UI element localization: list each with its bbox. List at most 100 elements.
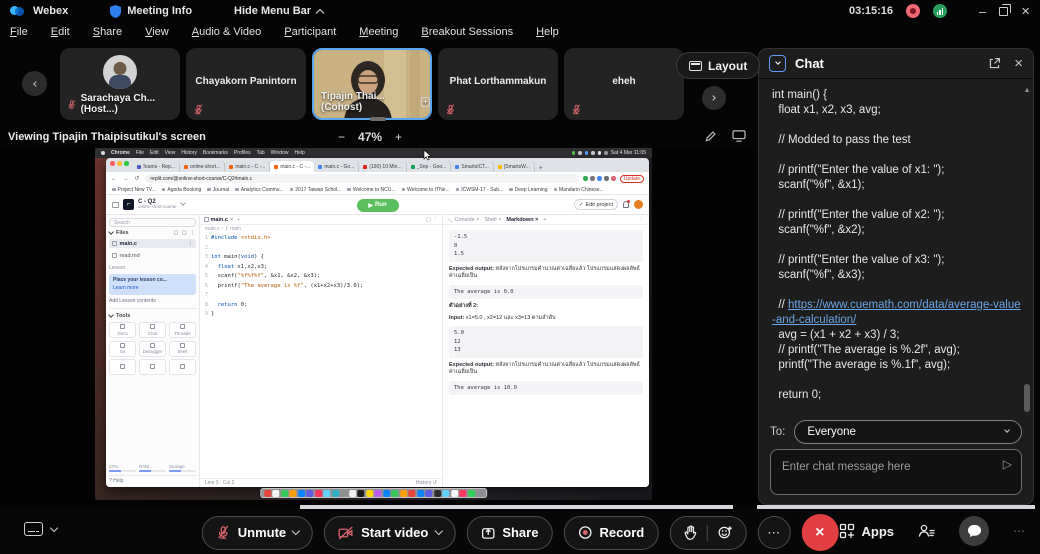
more-options-button[interactable]: ⋯	[757, 516, 790, 549]
connection-indicator[interactable]	[933, 4, 947, 18]
menu-item[interactable]: File	[10, 26, 28, 38]
overflow-dots-icon[interactable]: ⋯	[1013, 524, 1026, 538]
bookmark-item[interactable]: Mandarin Chinese...	[554, 187, 604, 193]
dock-app-icon[interactable]	[264, 490, 271, 497]
dock-app-icon[interactable]	[434, 490, 441, 497]
closed-captions-icon[interactable]	[24, 522, 43, 536]
pop-out-icon[interactable]	[988, 57, 1001, 70]
tool-card[interactable]: Debugger	[139, 341, 166, 357]
file-search-input[interactable]: Search	[109, 218, 196, 227]
dock-app-icon[interactable]	[340, 490, 347, 497]
chrome-tab[interactable]: SmartsICT...	[451, 161, 494, 172]
tab-console[interactable]: ›_ Console ×	[448, 217, 479, 223]
extension-icons[interactable]	[583, 176, 616, 181]
chat-link[interactable]: https://www.cuemath.com/data/average-val…	[772, 299, 1021, 326]
shared-screen-icon[interactable]	[732, 130, 746, 142]
tool-card[interactable]: Git	[109, 341, 136, 357]
participant-tile[interactable]: Sarachaya Ch... (Host...)	[60, 48, 180, 120]
chrome-tab[interactable]: main.c - C -...	[225, 161, 270, 172]
dock-app-icon[interactable]	[476, 490, 483, 497]
recording-indicator[interactable]	[906, 4, 920, 18]
chrome-tab[interactable]: (190) 10 Min...	[359, 161, 406, 172]
zoom-out-button[interactable]: −	[338, 130, 345, 144]
tool-card[interactable]: Shell	[169, 341, 196, 357]
tab-markdown[interactable]: Markdown ×	[506, 217, 538, 223]
bookmark-item[interactable]: Welcome to NCU...	[347, 187, 395, 193]
account-avatar[interactable]	[634, 200, 643, 209]
minimize-button[interactable]: –	[979, 5, 986, 18]
bookmark-item[interactable]: Journal	[207, 187, 229, 193]
dock-app-icon[interactable]	[357, 490, 364, 497]
chrome-tab[interactable]: Teams - Rep...	[133, 161, 181, 172]
dock-app-icon[interactable]	[281, 490, 288, 497]
mic-options-chevron[interactable]	[292, 527, 300, 535]
restore-button[interactable]	[999, 7, 1008, 16]
filmstrip-next-button[interactable]	[702, 86, 726, 110]
chrome-tab[interactable]: main.c - C -...	[270, 161, 314, 172]
nav-buttons[interactable]: ← → ↺	[111, 175, 141, 182]
dock-app-icon[interactable]	[459, 490, 466, 497]
dock-app-icon[interactable]	[272, 490, 279, 497]
annotate-icon[interactable]	[704, 130, 717, 143]
bookmark-item[interactable]: Deep Learning	[509, 187, 547, 193]
hide-menu-bar-button[interactable]: Hide Menu Bar	[234, 5, 323, 17]
zoom-in-button[interactable]: +	[395, 130, 402, 144]
tool-card[interactable]	[139, 359, 166, 375]
start-video-button[interactable]: Start video	[324, 516, 455, 550]
recipient-select[interactable]: Everyone	[794, 420, 1022, 444]
video-options-chevron[interactable]	[434, 527, 442, 535]
lesson-card[interactable]: Place your lesson co... Learn more	[109, 274, 196, 295]
dock-app-icon[interactable]	[451, 490, 458, 497]
panel-new-tab-button[interactable]: +	[543, 217, 546, 223]
participant-tile[interactable]: Chayakorn Panintorn	[186, 48, 306, 120]
chat-message-input[interactable]: Enter chat message here ▷	[770, 449, 1022, 495]
menu-item[interactable]: Edit	[51, 26, 70, 38]
bookmark-item[interactable]: Agoda Booking	[162, 187, 201, 193]
code-lines[interactable]: 1 #include <stdio.h> 2	[200, 233, 442, 478]
participants-icon[interactable]	[918, 523, 935, 539]
chrome-tab[interactable]: online-short...	[180, 161, 225, 172]
tool-card[interactable]	[169, 359, 196, 375]
history-button[interactable]: History ↺	[416, 480, 437, 486]
sidebar-toggle-icon[interactable]	[112, 202, 119, 208]
address-bar[interactable]: replit.com/@online-short-course/C-Q2#mai…	[145, 174, 579, 183]
chat-toggle-button[interactable]	[959, 516, 989, 546]
edit-project-button[interactable]: ✓Edit project	[574, 199, 618, 210]
editor-new-tab-button[interactable]: +	[237, 217, 240, 223]
chat-collapse-button[interactable]	[769, 55, 786, 72]
zoom-level[interactable]: 47%	[358, 130, 382, 144]
unmute-button[interactable]: Unmute	[202, 516, 313, 550]
menu-item[interactable]: Audio & Video	[192, 26, 262, 38]
panel-options-icon[interactable]: ⋮	[639, 217, 645, 223]
record-button[interactable]: Record	[563, 516, 658, 550]
share-button[interactable]: Share	[466, 516, 552, 550]
dock-app-icon[interactable]	[366, 490, 373, 497]
filmstrip-resize-handle[interactable]	[370, 117, 386, 121]
notifications-bell-icon[interactable]	[623, 201, 629, 208]
dock-app-icon[interactable]	[315, 490, 322, 497]
bookmark-item[interactable]: Welcome to ITNe...	[402, 187, 450, 193]
close-button[interactable]: ×	[1021, 4, 1030, 19]
tab-shell[interactable]: Shell ×	[484, 217, 501, 223]
dock-app-icon[interactable]	[332, 490, 339, 497]
markdown-content[interactable]: -1.5 0 1.5 Expected output: หลังจากโปรแก…	[443, 225, 649, 487]
editor-options-icons[interactable]: ▢ ⋮	[426, 217, 438, 223]
chrome-tab[interactable]: main.c - Go...	[314, 161, 359, 172]
tool-card[interactable]: Docs	[109, 322, 136, 338]
chat-messages[interactable]: int main() { float x1, x2, x3, avg; // M…	[759, 80, 1023, 404]
file-read-md[interactable]: read.md	[109, 251, 196, 260]
dock-app-icon[interactable]	[289, 490, 296, 497]
editor-tab-main-c[interactable]: main.c×	[204, 217, 233, 223]
file-main-c[interactable]: main.c⋮	[109, 239, 196, 248]
help-link[interactable]: ? Help	[109, 475, 196, 484]
tool-card[interactable]: Chat	[139, 322, 166, 338]
add-pin-icon[interactable]: +	[421, 97, 430, 107]
active-speaker-tile[interactable]: Tipajin Thai... (Cohost) +	[312, 48, 432, 120]
reactions-icon[interactable]	[717, 525, 732, 540]
dock-app-icon[interactable]	[408, 490, 415, 497]
dock-app-icon[interactable]	[468, 490, 475, 497]
menu-item[interactable]: View	[145, 26, 169, 38]
chrome-tab[interactable]: [SmartsW...	[494, 161, 535, 172]
dock-app-icon[interactable]	[417, 490, 424, 497]
chrome-update-button[interactable]: Update	[620, 175, 644, 183]
